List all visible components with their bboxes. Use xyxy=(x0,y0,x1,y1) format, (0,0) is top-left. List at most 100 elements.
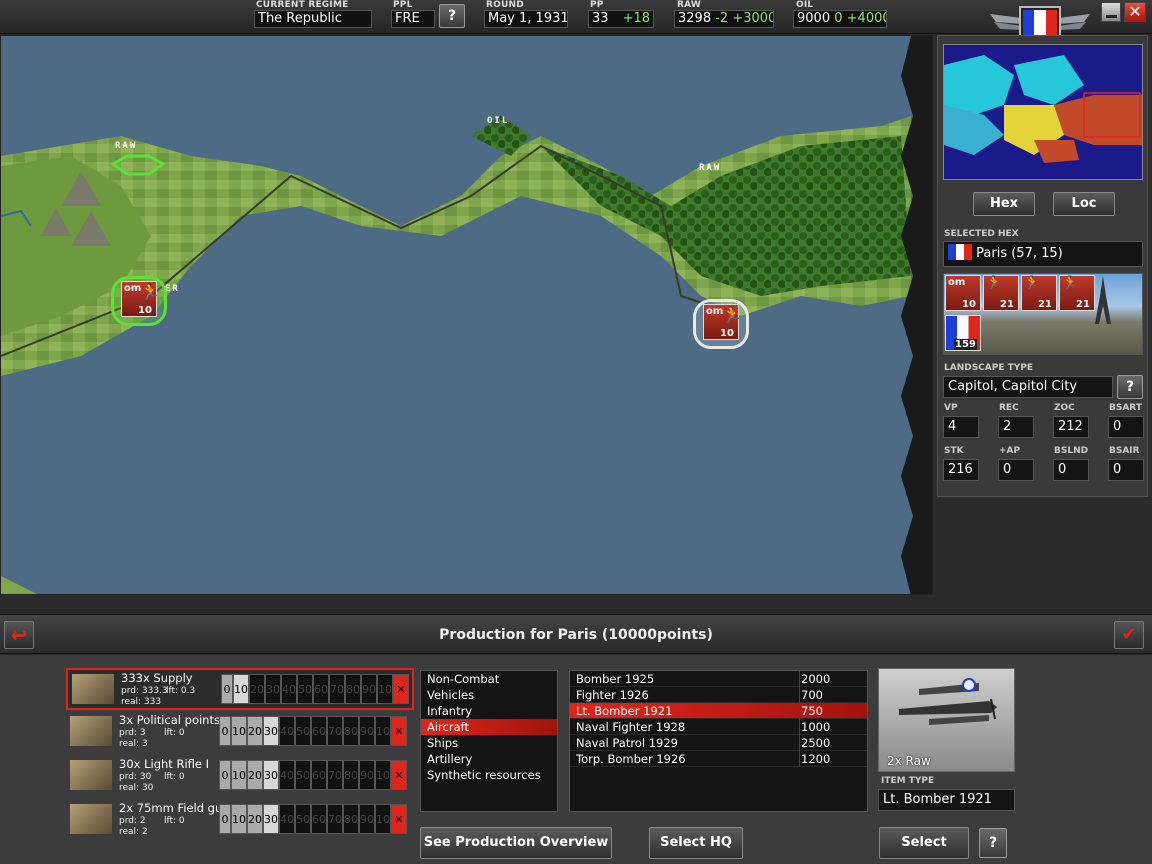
hex-unit-1[interactable]: om 10 xyxy=(945,275,981,311)
quantity-segment[interactable]: 80 xyxy=(345,674,361,704)
quantity-segment[interactable]: 40 xyxy=(279,804,295,834)
quantity-segment[interactable]: 10 xyxy=(231,760,247,790)
hex-unit-4[interactable]: 🏃 21 xyxy=(1059,275,1095,311)
quantity-segment[interactable]: 40 xyxy=(279,716,295,746)
unit-counter-right[interactable]: om 🏃 10 xyxy=(703,304,742,340)
hex-unit-strength: 21 xyxy=(1038,299,1052,310)
hex-button[interactable]: Hex xyxy=(973,192,1035,216)
item-row[interactable]: Bomber 1925 2000 xyxy=(570,671,867,687)
select-hq-button[interactable]: Select HQ xyxy=(649,827,743,859)
see-production-overview-button[interactable]: See Production Overview xyxy=(420,827,612,859)
queue-row[interactable]: 3x Political points prd: 3 lft: 0 real: 301… xyxy=(66,712,414,754)
delete-queue-item-icon[interactable]: ✕ xyxy=(391,760,407,790)
quantity-segment[interactable]: 50 xyxy=(295,716,311,746)
queue-item-real: real: 3 xyxy=(119,739,148,749)
item-row[interactable]: Lt. Bomber 1921 750 xyxy=(570,703,867,719)
select-button[interactable]: Select xyxy=(879,827,969,859)
ppl-label: PPL xyxy=(393,0,413,10)
quantity-segment[interactable]: 100 xyxy=(377,674,393,704)
quantity-segment[interactable]: 70 xyxy=(327,760,343,790)
quantity-segment[interactable]: 90 xyxy=(359,760,375,790)
minimize-button[interactable] xyxy=(1101,2,1121,22)
quantity-segment[interactable]: 50 xyxy=(295,760,311,790)
quantity-segment[interactable]: 100 xyxy=(375,760,391,790)
quantity-segment[interactable]: 30 xyxy=(265,674,281,704)
queue-item-lft: lft: 0 xyxy=(164,816,185,826)
item-row[interactable]: Naval Fighter 1928 1000 xyxy=(570,719,867,735)
quantity-segment[interactable]: 70 xyxy=(329,674,345,704)
quantity-segment[interactable]: 20 xyxy=(247,716,263,746)
production-help-button[interactable]: ? xyxy=(979,828,1007,858)
queue-item-prd: prd: 2 xyxy=(119,816,146,826)
queue-row[interactable]: 30x Light Rifle Iprd: 30 lft: 0 real: 30 0 1… xyxy=(66,756,414,798)
quantity-segment[interactable]: 70 xyxy=(327,716,343,746)
category-item[interactable]: Vehicles xyxy=(421,687,557,703)
quantity-segment[interactable]: 20 xyxy=(247,804,263,834)
queue-row[interactable]: 333x Supply prd: 333.3 lft: 0.3 real: 333 0 1… xyxy=(66,668,414,710)
hex-unit-5[interactable]: 159 xyxy=(945,315,981,351)
quantity-segment[interactable]: 80 xyxy=(343,716,359,746)
hex-unit-2[interactable]: 🏃 21 xyxy=(983,275,1019,311)
quantity-segment[interactable]: 20 xyxy=(247,760,263,790)
unit-counter-left[interactable]: om 🏃 10 xyxy=(121,281,160,317)
quantity-segment[interactable]: 100 xyxy=(375,716,391,746)
stat-label-stk: STK xyxy=(944,446,964,456)
quantity-segment[interactable]: 40 xyxy=(281,674,297,704)
selected-hex-box: Paris (57, 15) xyxy=(943,241,1143,267)
category-item[interactable]: Aircraft xyxy=(421,719,557,735)
hex-unit-3[interactable]: 🏃 21 xyxy=(1021,275,1057,311)
landscape-help-button[interactable]: ? xyxy=(1117,375,1143,399)
quantity-segment[interactable]: 80 xyxy=(343,804,359,834)
quantity-segment[interactable]: 100 xyxy=(375,804,391,834)
quantity-segment[interactable]: 30 xyxy=(263,804,279,834)
quantity-segment[interactable]: 50 xyxy=(295,804,311,834)
unit-strength: 10 xyxy=(720,328,734,339)
close-button[interactable]: ✕ xyxy=(1124,2,1146,22)
quantity-segment[interactable]: 10 xyxy=(233,674,249,704)
pp-delta: +18 xyxy=(622,11,650,26)
category-item[interactable]: Non-Combat xyxy=(421,671,557,687)
category-item[interactable]: Synthetic resources xyxy=(421,767,557,783)
queue-row[interactable]: 2x 75mm Field gu prd: 2 lft: 0 real: 2 0 10 20… xyxy=(66,800,414,842)
quantity-segment[interactable]: 50 xyxy=(297,674,313,704)
category-item[interactable]: Artillery xyxy=(421,751,557,767)
quantity-segment[interactable]: 60 xyxy=(311,760,327,790)
quantity-segment[interactable]: 70 xyxy=(327,804,343,834)
quantity-segment[interactable]: 90 xyxy=(359,716,375,746)
delete-queue-item-icon[interactable]: ✕ xyxy=(391,716,407,746)
top-bar: CURRENT REGIME The Republic PPL FRE ? RO… xyxy=(0,0,1152,40)
ppl-help-button[interactable]: ? xyxy=(439,4,465,28)
quantity-segment[interactable]: 90 xyxy=(359,804,375,834)
loc-button[interactable]: Loc xyxy=(1053,192,1115,216)
quantity-segment[interactable]: 0 xyxy=(219,760,231,790)
quantity-segment[interactable]: 60 xyxy=(311,716,327,746)
item-row[interactable]: Naval Patrol 1929 2500 xyxy=(570,735,867,751)
category-item[interactable]: Ships xyxy=(421,735,557,751)
quantity-segment[interactable]: 60 xyxy=(313,674,329,704)
queue-item-prd: prd: 333.3 xyxy=(121,686,168,696)
delete-queue-item-icon[interactable]: ✕ xyxy=(393,674,409,704)
category-item[interactable]: Infantry xyxy=(421,703,557,719)
item-row[interactable]: Fighter 1926 700 xyxy=(570,687,867,703)
confirm-button[interactable]: ✔ xyxy=(1114,621,1144,649)
pp-label: PP xyxy=(590,0,604,10)
quantity-segment[interactable]: 0 xyxy=(219,804,231,834)
quantity-segment[interactable]: 20 xyxy=(249,674,265,704)
quantity-segment[interactable]: 90 xyxy=(361,674,377,704)
quantity-segment[interactable]: 80 xyxy=(343,760,359,790)
minimap[interactable] xyxy=(943,44,1143,180)
unit-hex-left[interactable]: om 🏃 10 xyxy=(111,276,167,326)
game-map[interactable]: RAW OIL RAW ER om 🏃 10 om 🏃 10 xyxy=(0,35,933,595)
quantity-segment[interactable]: 10 xyxy=(231,804,247,834)
quantity-segment[interactable]: 40 xyxy=(279,760,295,790)
delete-queue-item-icon[interactable]: ✕ xyxy=(391,804,407,834)
unit-hex-right[interactable]: om 🏃 10 xyxy=(693,299,749,349)
queue-item-lft: lft: 0 xyxy=(164,772,185,782)
item-row[interactable]: Torp. Bomber 1926 1200 xyxy=(570,751,867,767)
quantity-segment[interactable]: 60 xyxy=(311,804,327,834)
quantity-segment[interactable]: 30 xyxy=(263,716,279,746)
quantity-segment[interactable]: 30 xyxy=(263,760,279,790)
quantity-segment[interactable]: 0 xyxy=(221,674,233,704)
quantity-segment[interactable]: 10 xyxy=(231,716,247,746)
quantity-segment[interactable]: 0 xyxy=(219,716,231,746)
